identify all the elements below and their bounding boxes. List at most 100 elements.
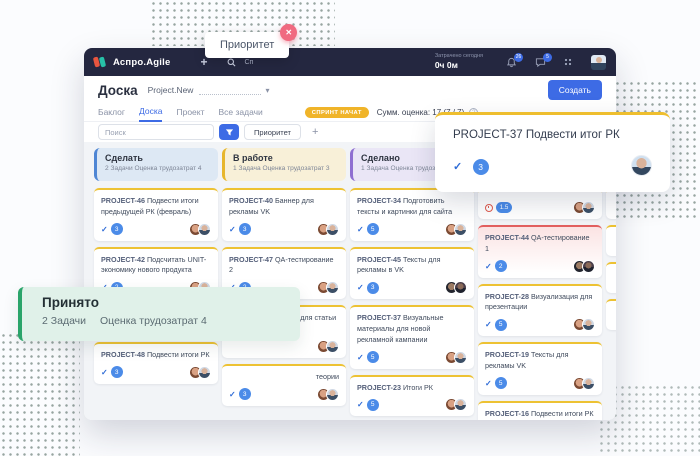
estimate-badge: 5 <box>367 399 379 411</box>
check-icon: ✓ <box>357 225 364 234</box>
messages-button[interactable]: 5 <box>535 57 546 68</box>
task-title-text: Итоги РК <box>403 383 433 392</box>
task-card[interactable]: PROJECT-37 Визуальные материалы для ново… <box>350 305 474 368</box>
task-card-title: PROJECT-44 QA-тестирование 1 <box>485 233 595 255</box>
estimate-badge: 3 <box>111 223 123 235</box>
avatar <box>454 223 467 236</box>
task-card[interactable]: PROJECT-40 Баннер для рекламы VK ✓ 3 <box>222 188 346 241</box>
avatar <box>198 223 211 236</box>
task-card-title: теории <box>229 372 339 383</box>
task-card[interactable] <box>606 299 616 330</box>
messages-badge: 5 <box>543 53 552 62</box>
assignee-avatars <box>445 281 467 294</box>
tab-backlog[interactable]: Баклог <box>98 104 125 121</box>
assignee-avatars <box>445 223 467 236</box>
task-card-footer: ✓ 5 <box>357 398 467 411</box>
search-input[interactable] <box>98 124 214 140</box>
task-card[interactable]: PROJECT-16 Подвести итоги РК <box>478 401 602 420</box>
task-id: PROJECT-40 <box>229 196 273 205</box>
notifications-button[interactable]: 26 <box>506 57 517 68</box>
accepted-column-overlay: Принято 2 Задачи Оценка трудозатрат 4 <box>18 287 300 341</box>
task-card[interactable]: PROJECT-19 Тексты для рекламы VK ✓ 5 <box>478 342 602 395</box>
project-dotted-line <box>199 85 261 95</box>
task-card-footer: ✓ 3 <box>101 366 211 379</box>
search-icon[interactable] <box>227 58 236 67</box>
check-icon: ✓ <box>453 161 462 173</box>
task-card-title: PROJECT-23 Итоги РК <box>357 383 467 394</box>
task-card-title: PROJECT-45 Тексты для рекламы в VK <box>357 255 467 277</box>
assignee-avatar <box>631 155 652 176</box>
task-popup[interactable]: PROJECT-37 Подвести итог РК ✓ 3 <box>435 112 670 192</box>
column-cards: PROJECT-46 Подвести итоги предыдущей РК … <box>94 188 218 384</box>
column-header[interactable]: В работе 1 Задача Оценка трудозатрат 3 <box>222 148 346 181</box>
tab-project[interactable]: Проект <box>176 104 204 121</box>
apps-grid-icon[interactable] <box>564 58 573 67</box>
check-icon: ✓ <box>229 390 236 399</box>
task-card-title: PROJECT-37 Визуальные материалы для ново… <box>357 313 467 345</box>
assignee-avatars <box>317 223 339 236</box>
tab-all-tasks[interactable]: Все задачи <box>218 104 262 121</box>
notifications-badge: 26 <box>514 53 523 62</box>
task-card[interactable]: PROJECT-34 Подготовить тексты и картинки… <box>350 188 474 241</box>
time-spent: Затрачено сегодня 0ч 0м <box>435 53 483 71</box>
task-card[interactable]: PROJECT-45 Тексты для рекламы в VK ✓ 3 <box>350 247 474 300</box>
kanban-column: В работе 1 Задача Оценка трудозатрат 3 P… <box>222 148 346 420</box>
task-card[interactable]: PROJECT-48 Подвести итоги РК ✓ 3 <box>94 342 218 384</box>
avatar <box>198 366 211 379</box>
estimate-badge: 5 <box>367 223 379 235</box>
estimate-badge: 5 <box>495 319 507 331</box>
task-card[interactable]: PROJECT-28 Визуализация для презентации … <box>478 284 602 337</box>
task-id: PROJECT-45 <box>357 255 401 264</box>
task-card-title: PROJECT-47 QA-тестирование 2 <box>229 255 339 277</box>
column-header[interactable]: Сделать 2 Задачи Оценка трудозатрат 4 <box>94 148 218 181</box>
chevron-down-icon[interactable]: ▾ <box>265 86 269 95</box>
task-id: PROJECT-34 <box>357 196 401 205</box>
navbar: Аспро.Agile + Сп Затрачено сегодня 0ч 0м… <box>84 48 616 76</box>
task-card-footer: ✓ 5 <box>357 223 467 236</box>
column-meta: 1 Задача Оценка трудозатрат 3 <box>233 165 338 172</box>
priority-tooltip: Приоритет ✕ <box>205 32 289 58</box>
task-card-footer: ✓ 3 <box>229 388 339 401</box>
check-icon: ✓ <box>357 400 364 409</box>
task-card[interactable] <box>606 262 616 293</box>
estimate-badge: 3 <box>111 366 123 378</box>
assignee-avatars <box>573 377 595 390</box>
sprint-status-badge: СПРИНТ НАЧАТ <box>305 107 369 118</box>
create-button[interactable]: Создать <box>548 80 602 100</box>
assignee-avatars <box>573 260 595 273</box>
assignee-avatars <box>573 201 595 214</box>
tab-board[interactable]: Доска <box>139 103 162 122</box>
add-filter-button[interactable]: + <box>312 126 318 138</box>
task-card[interactable]: 1.5 <box>478 188 602 219</box>
task-card[interactable] <box>606 188 616 219</box>
app-window: Аспро.Agile + Сп Затрачено сегодня 0ч 0м… <box>84 48 616 420</box>
task-id: PROJECT-16 <box>485 409 529 418</box>
page-title: Доска <box>98 83 138 98</box>
task-card-footer <box>613 312 616 325</box>
overdue-badge: 1.5 <box>496 202 512 213</box>
avatar <box>326 340 339 353</box>
task-card[interactable]: PROJECT-23 Итоги РК ✓ 5 <box>350 375 474 417</box>
avatar <box>326 388 339 401</box>
toolbar: Доска Project.New ▾ Создать <box>84 76 616 104</box>
task-card-footer <box>613 201 616 214</box>
check-icon: ✓ <box>101 368 108 377</box>
filter-button[interactable] <box>219 124 239 140</box>
task-card-title: PROJECT-46 Подвести итоги предыдущей РК … <box>101 196 211 218</box>
estimate-badge: 3 <box>473 159 489 175</box>
task-card[interactable]: PROJECT-44 QA-тестирование 1 ✓ 2 <box>478 225 602 278</box>
task-card[interactable] <box>606 225 616 256</box>
check-icon: ✓ <box>229 225 236 234</box>
task-card-title: PROJECT-28 Визуализация для презентации <box>485 292 595 314</box>
task-card[interactable]: PROJECT-46 Подвести итоги предыдущей РК … <box>94 188 218 241</box>
task-card[interactable]: теории ✓ 3 <box>222 364 346 406</box>
project-selector[interactable]: Project.New <box>148 85 194 95</box>
priority-filter-button[interactable]: Приоритет <box>244 124 301 140</box>
task-id: PROJECT-28 <box>485 292 529 301</box>
funnel-icon <box>225 128 234 137</box>
task-title-text: теории <box>316 372 339 381</box>
user-avatar[interactable] <box>591 55 606 70</box>
navbar-search-text[interactable]: Сп <box>244 59 253 66</box>
task-id: PROJECT-48 <box>101 350 145 359</box>
accepted-title: Принято <box>42 295 280 310</box>
